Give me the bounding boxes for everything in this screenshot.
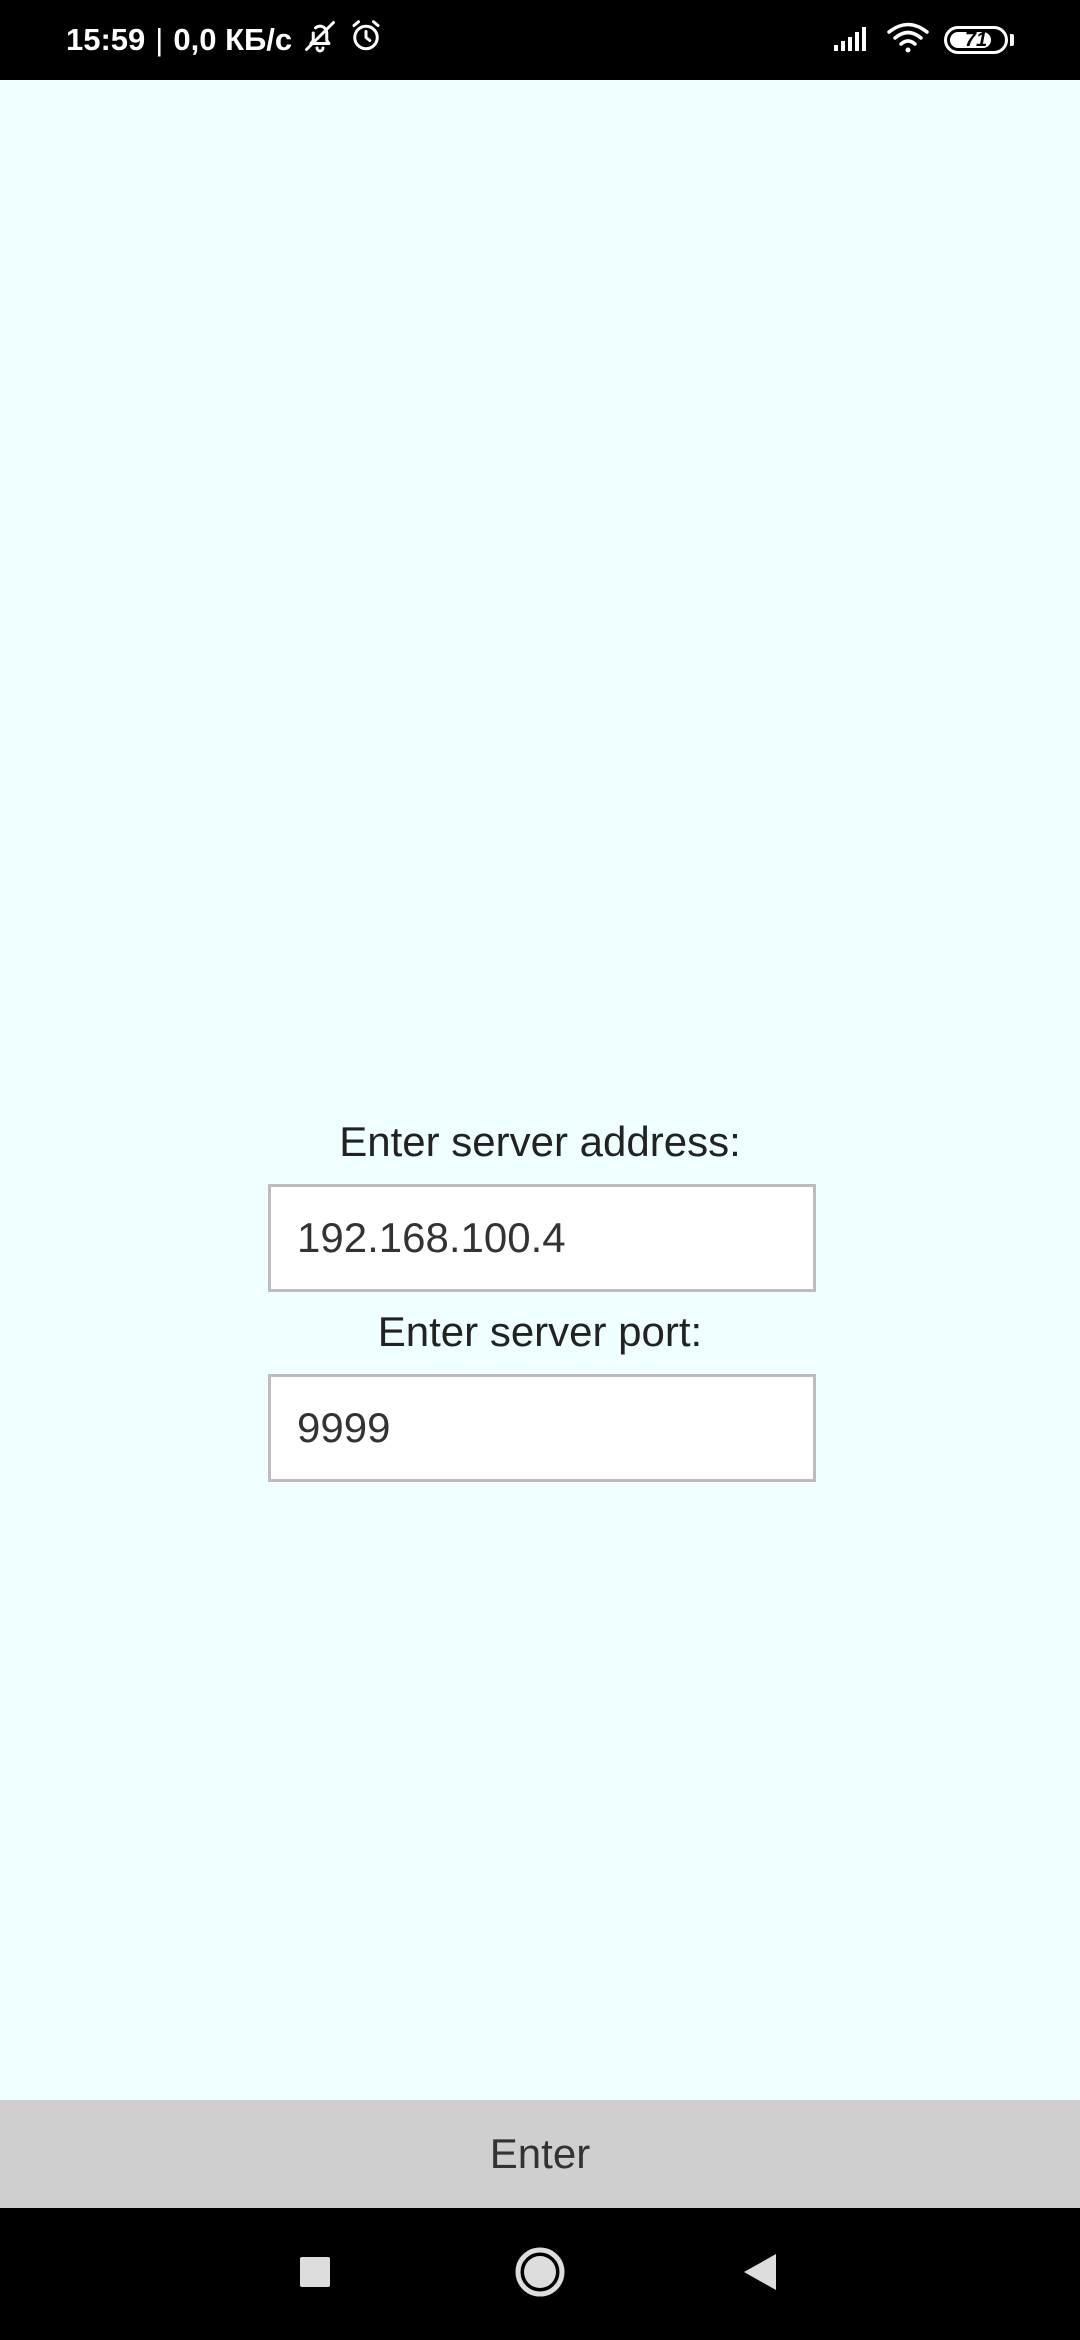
signal-icon [832, 23, 872, 58]
status-separator: | [155, 22, 164, 57]
battery-level: 71 [964, 28, 988, 51]
status-left: 15:59 | 0,0 КБ/с [66, 0, 384, 80]
address-label: Enter server address: [339, 1118, 741, 1165]
recents-button[interactable] [255, 2208, 375, 2340]
home-icon [513, 2245, 567, 2304]
status-time: 15:59 [66, 22, 146, 57]
status-bar: 15:59 | 0,0 КБ/с 71 [0, 0, 1080, 80]
battery-tip [1010, 34, 1014, 46]
battery-icon: 71 [944, 26, 1008, 54]
wifi-icon [886, 21, 930, 60]
network-speed: 0,0 КБ/с [173, 22, 293, 57]
back-icon [742, 2252, 778, 2297]
address-input[interactable]: 192.168.100.4 [268, 1184, 816, 1292]
enter-button[interactable]: Enter [0, 2100, 1080, 2208]
navigation-bar [0, 2208, 1080, 2340]
status-right: 71 [832, 0, 1014, 80]
port-input[interactable]: 9999 [268, 1374, 816, 1482]
server-form: Enter server address: 192.168.100.4 Ente… [0, 80, 1080, 2100]
app-screen: 15:59 | 0,0 КБ/с 71 Enter server address… [0, 0, 1080, 2340]
home-button[interactable] [480, 2208, 600, 2340]
alarm-icon [338, 18, 384, 62]
port-label: Enter server port: [377, 1308, 703, 1355]
recents-icon [298, 2255, 332, 2294]
bell-off-icon [292, 18, 338, 62]
back-button[interactable] [700, 2208, 820, 2340]
